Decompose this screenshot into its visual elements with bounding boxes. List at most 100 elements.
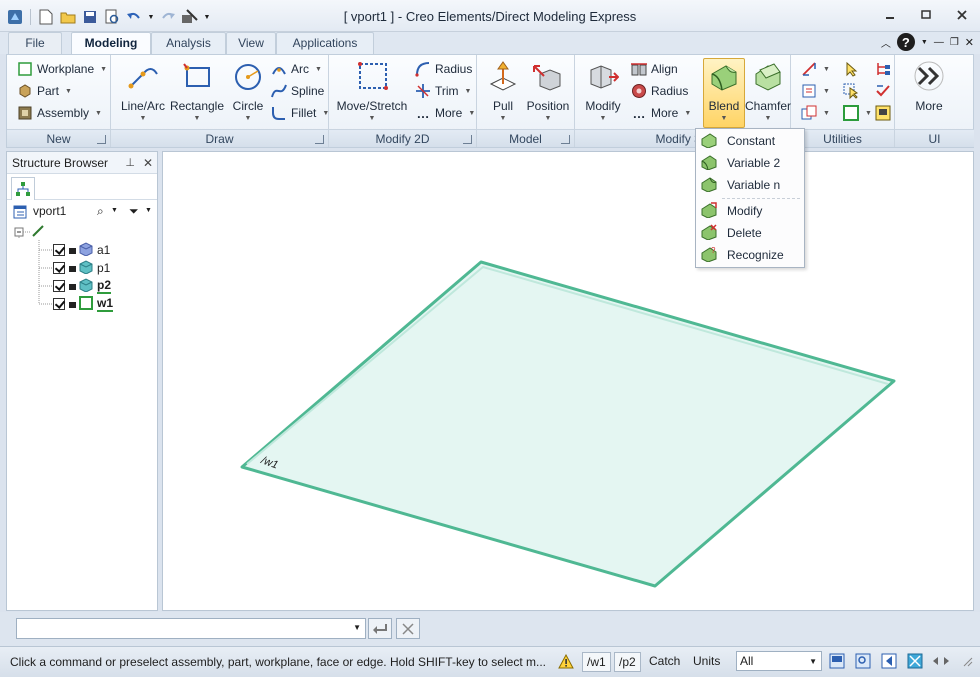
- chamfer-button[interactable]: Chamfer ▼: [745, 59, 791, 127]
- chevron-up-icon[interactable]: ︿: [881, 35, 891, 50]
- selection-filter-select[interactable]: All ▼: [736, 651, 822, 671]
- warning-icon[interactable]: [557, 652, 575, 670]
- dialog-launcher-icon[interactable]: [561, 135, 570, 144]
- tree-item-p1[interactable]: p1: [53, 259, 110, 277]
- utility-note-button[interactable]: [875, 103, 891, 123]
- menu-item-variable-2[interactable]: Variable 2: [696, 152, 804, 174]
- current-part-field[interactable]: /p2: [614, 652, 641, 672]
- tree-item-a1[interactable]: a1: [53, 241, 110, 259]
- chevron-down-icon: ▼: [809, 657, 817, 666]
- radius-3d-button[interactable]: Radius: [631, 81, 688, 101]
- rectangle-icon: [181, 59, 213, 93]
- pan-arrows-icon[interactable]: [932, 652, 950, 670]
- assembly-button[interactable]: Assembly ▼: [17, 103, 102, 123]
- dialog-launcher-icon[interactable]: [97, 135, 106, 144]
- workplane-button[interactable]: Workplane ▼: [17, 59, 107, 79]
- utility-select-button[interactable]: [843, 59, 859, 79]
- help-icon[interactable]: ?: [896, 33, 915, 51]
- ui-more-button[interactable]: More: [909, 59, 949, 127]
- circle-button[interactable]: Circle ▼: [227, 59, 269, 127]
- chevron-down-icon: ▼: [764, 115, 772, 122]
- trim-button[interactable]: Trim ▼: [415, 81, 471, 101]
- more-dots-icon: …: [416, 105, 430, 121]
- tree-item-p2[interactable]: p2: [53, 277, 112, 295]
- visibility-checkbox[interactable]: [53, 298, 65, 310]
- line-arc-label: Line/Arc: [120, 99, 166, 113]
- rectangle-button[interactable]: Rectangle ▼: [169, 59, 225, 127]
- utility-clipboard-button[interactable]: ▼: [801, 81, 830, 101]
- line-arc-button[interactable]: Line/Arc ▼: [117, 59, 169, 127]
- command-input[interactable]: ▼: [16, 618, 366, 639]
- utility-copy-button[interactable]: ▼: [801, 103, 830, 123]
- utility-measure-button[interactable]: ▼: [801, 59, 830, 79]
- previous-view-icon[interactable]: [880, 652, 898, 670]
- workplane-face[interactable]: [240, 260, 896, 588]
- chevron-down-icon[interactable]: ▼: [353, 623, 361, 632]
- tab-modeling[interactable]: Modeling: [71, 32, 151, 55]
- utility-tree-button[interactable]: [875, 59, 891, 79]
- menu-item-recognize[interactable]: ? Recognize: [696, 244, 804, 266]
- utility-frame-button[interactable]: ▼: [843, 103, 872, 123]
- close-icon[interactable]: ✕: [143, 152, 153, 174]
- mdi-minimize-icon[interactable]: —: [934, 37, 944, 48]
- group-label-ui: UI: [895, 129, 974, 147]
- 3d-viewport[interactable]: /w1: [162, 151, 974, 611]
- more-2d-button[interactable]: … More ▼: [415, 103, 476, 123]
- fillet-button[interactable]: Fillet ▼: [271, 103, 329, 123]
- menu-item-constant[interactable]: Constant: [696, 130, 804, 152]
- visibility-checkbox[interactable]: [53, 262, 65, 274]
- utility-select-box-button[interactable]: [843, 81, 859, 101]
- help-dropdown-icon[interactable]: ▼: [921, 39, 928, 46]
- blend-button[interactable]: Blend ▼: [703, 58, 745, 128]
- part-button[interactable]: Part ▼: [17, 81, 72, 101]
- close-button[interactable]: [944, 4, 980, 26]
- menu-item-variable-n[interactable]: Variable n: [696, 174, 804, 196]
- window-controls: [872, 4, 980, 26]
- dialog-launcher-icon[interactable]: [315, 135, 324, 144]
- modify-3d-icon: [587, 59, 619, 93]
- radius-2d-button[interactable]: Radius: [415, 59, 472, 79]
- mdi-close-icon[interactable]: ✕: [965, 36, 974, 49]
- mdi-restore-icon[interactable]: ❐: [950, 37, 959, 48]
- visibility-checkbox[interactable]: [53, 244, 65, 256]
- catch-button[interactable]: Catch: [649, 654, 680, 668]
- resize-grip-icon[interactable]: [958, 652, 976, 670]
- view-icon[interactable]: [828, 652, 846, 670]
- dialog-launcher-icon[interactable]: [463, 135, 472, 144]
- spline-button[interactable]: Spline: [271, 81, 324, 101]
- workplane-plane[interactable]: [163, 152, 974, 611]
- workplane-label: Workplane: [37, 62, 95, 76]
- more-3d-button[interactable]: … More ▼: [631, 103, 692, 123]
- tab-structure-tree[interactable]: [11, 177, 35, 200]
- group-title: Modify 2D: [375, 132, 430, 146]
- execute-command-button[interactable]: [368, 618, 392, 639]
- utility-check-button[interactable]: [875, 81, 891, 101]
- tab-file[interactable]: File: [8, 32, 62, 54]
- ui-more-label: More: [915, 99, 943, 113]
- fit-view-icon[interactable]: [906, 652, 924, 670]
- modify-3d-button[interactable]: Modify ▼: [581, 59, 625, 127]
- pin-icon[interactable]: ⊥: [125, 152, 135, 174]
- visibility-checkbox[interactable]: [53, 280, 65, 292]
- position-button[interactable]: Position ▼: [525, 59, 571, 127]
- chevron-down-icon[interactable]: ▼: [111, 200, 118, 222]
- tab-analysis[interactable]: Analysis: [151, 32, 226, 54]
- tab-applications[interactable]: Applications: [276, 32, 374, 54]
- minimize-button[interactable]: [872, 4, 908, 26]
- maximize-button[interactable]: [908, 4, 944, 26]
- chevron-down-icon[interactable]: ▼: [145, 200, 152, 222]
- menu-item-delete[interactable]: Delete: [696, 222, 804, 244]
- filter-icon[interactable]: ⏷: [129, 200, 139, 222]
- tab-view[interactable]: View: [226, 32, 276, 54]
- tree-item-w1[interactable]: w1: [53, 295, 114, 313]
- align-button[interactable]: Align: [631, 59, 678, 79]
- current-workplane-field[interactable]: /w1: [582, 652, 611, 672]
- cancel-command-button[interactable]: [396, 618, 420, 639]
- arc-button[interactable]: Arc ▼: [271, 59, 322, 79]
- menu-item-modify[interactable]: Modify: [696, 200, 804, 222]
- units-button[interactable]: Units: [693, 654, 720, 668]
- move-stretch-button[interactable]: Move/Stretch ▼: [333, 59, 411, 127]
- zoom-view-icon[interactable]: [854, 652, 872, 670]
- binoculars-icon[interactable]: ⌕: [97, 200, 104, 222]
- pull-button[interactable]: Pull ▼: [483, 59, 523, 127]
